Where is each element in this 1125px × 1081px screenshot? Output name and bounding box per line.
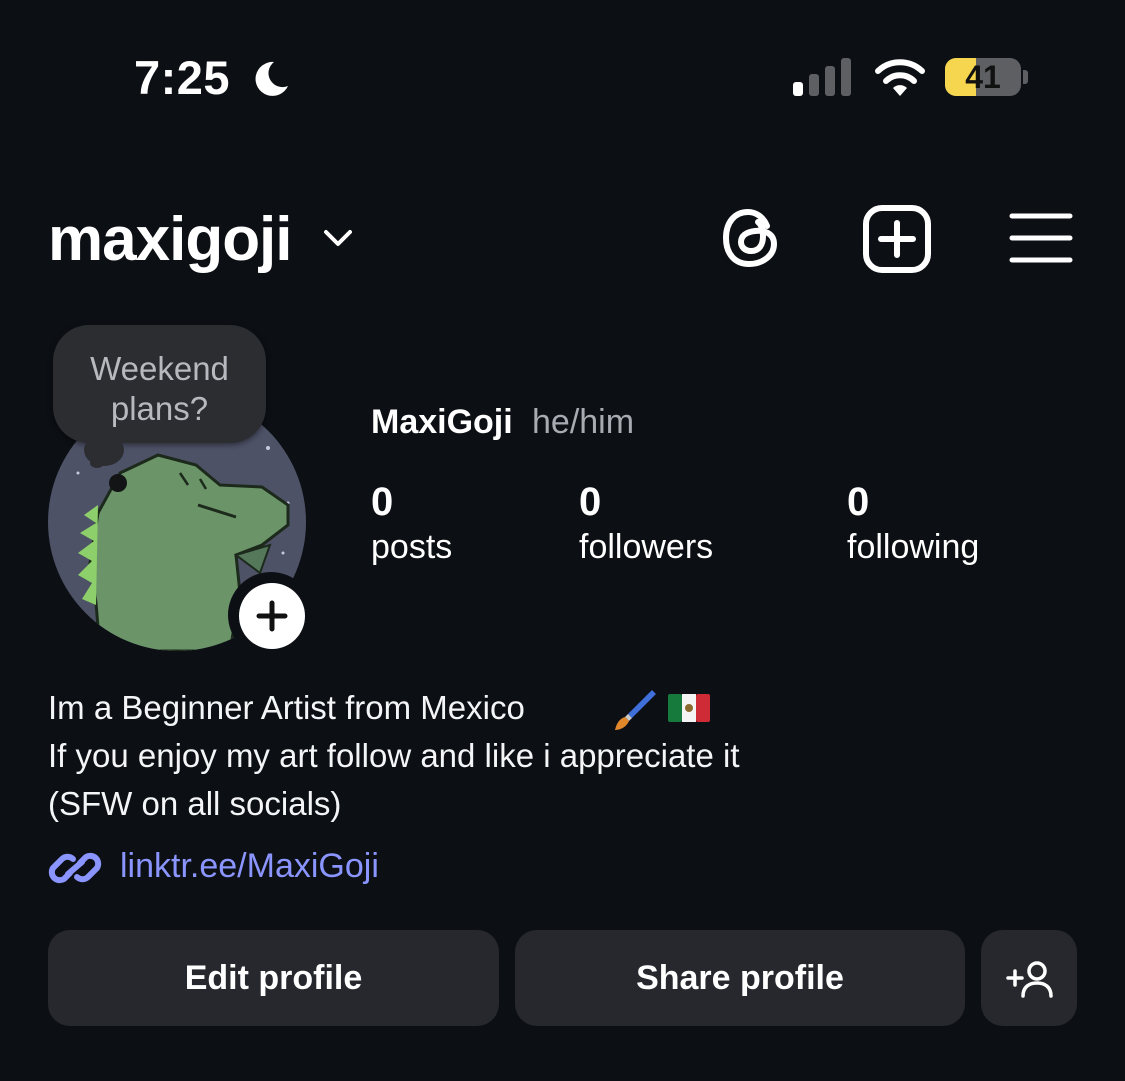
bio-line-1: Im a Beginner Artist from Mexico: [48, 689, 525, 726]
pronouns: he/him: [532, 403, 635, 441]
signal-icon: [793, 58, 851, 96]
moon-icon: [255, 61, 288, 96]
stat-following[interactable]: 0 following: [847, 478, 979, 568]
username-switcher[interactable]: maxigoji: [48, 204, 293, 276]
discover-people-button[interactable]: [981, 930, 1077, 1026]
display-name: MaxiGoji: [371, 403, 513, 441]
paintbrush-icon: [615, 690, 656, 730]
battery-nub: [1023, 70, 1028, 84]
stat-following-label: following: [847, 528, 980, 566]
profile-link[interactable]: linktr.ee/MaxiGoji: [120, 842, 379, 890]
wifi-icon: [875, 59, 925, 96]
add-person-icon: [1006, 961, 1053, 998]
stat-posts-label: posts: [371, 528, 453, 566]
stat-followers-number: 0: [579, 480, 602, 524]
battery-icon: 41: [945, 58, 1021, 96]
stat-following-number: 0: [847, 480, 870, 524]
link-icon: [48, 852, 102, 884]
bio-line-3: (SFW on all socials): [48, 785, 342, 822]
status-time: 7:25: [134, 51, 231, 104]
bio-line-2: If you enjoy my art follow and like i ap…: [48, 737, 740, 774]
stat-posts-number: 0: [371, 480, 394, 524]
stat-followers-label: followers: [579, 528, 714, 566]
battery-level: 41: [965, 59, 1001, 95]
threads-icon[interactable]: [718, 204, 786, 272]
add-story-button[interactable]: [239, 583, 305, 649]
new-post-icon[interactable]: [862, 204, 932, 274]
stat-followers[interactable]: 0 followers: [579, 478, 713, 568]
menu-icon[interactable]: [1009, 210, 1073, 266]
chevron-down-icon[interactable]: [322, 226, 354, 250]
mexico-flag-icon: [668, 694, 710, 722]
note-text: Weekend plans?: [90, 350, 229, 427]
note-bubble-tail-dot: [90, 458, 104, 468]
edit-profile-button[interactable]: Edit profile: [48, 930, 499, 1026]
plus-icon: [256, 600, 288, 632]
stat-posts: 0 posts: [371, 478, 452, 568]
share-profile-button[interactable]: Share profile: [515, 930, 965, 1026]
